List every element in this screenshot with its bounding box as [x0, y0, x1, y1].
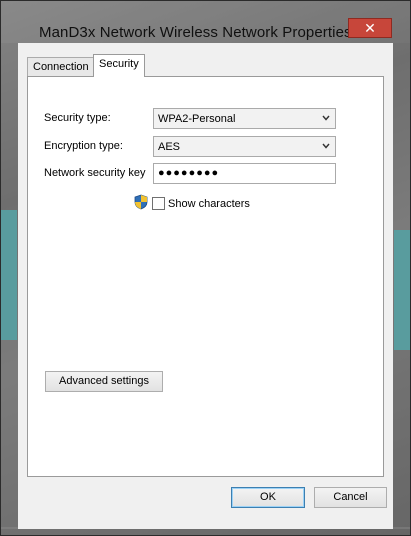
show-characters-label[interactable]: Show characters [168, 198, 250, 210]
show-characters-checkbox[interactable] [152, 197, 165, 210]
advanced-settings-button[interactable]: Advanced settings [45, 371, 163, 392]
network-key-label: Network security key [44, 167, 146, 179]
cancel-button[interactable]: Cancel [314, 487, 387, 508]
network-key-value: ●●●●●●●● [158, 167, 220, 179]
tab-label: Connection [33, 61, 89, 73]
encryption-type-label: Encryption type: [44, 140, 123, 152]
tab-connection[interactable]: Connection [27, 57, 95, 77]
uac-shield-icon [134, 194, 148, 210]
encryption-type-dropdown[interactable]: AES [153, 136, 336, 157]
close-button[interactable]: ✕ [348, 18, 392, 38]
chevron-down-icon [322, 115, 330, 121]
network-key-field[interactable]: ●●●●●●●● [153, 163, 336, 184]
button-label: Advanced settings [59, 375, 149, 387]
encryption-type-value: AES [158, 141, 181, 153]
chevron-down-icon [322, 143, 330, 149]
button-label: Cancel [333, 491, 368, 503]
window-frame-right [393, 43, 410, 529]
tab-security[interactable]: Security [93, 54, 145, 77]
ok-button[interactable]: OK [231, 487, 305, 508]
close-icon: ✕ [364, 20, 376, 36]
window-title: ManD3x Network Wireless Network Properti… [39, 24, 352, 41]
security-tab-panel: Security type: WPA2-Personal Encryption … [27, 76, 384, 477]
security-type-value: WPA2-Personal [158, 113, 236, 125]
properties-window: ManD3x Network Wireless Network Properti… [0, 0, 411, 536]
button-label: OK [260, 491, 276, 503]
dialog-client-area: Connection Security Security type: WPA2-… [18, 43, 393, 529]
window-frame-left [1, 43, 18, 529]
security-type-label: Security type: [44, 112, 111, 124]
security-type-dropdown[interactable]: WPA2-Personal [153, 108, 336, 129]
title-bar[interactable]: ManD3x Network Wireless Network Properti… [1, 1, 410, 43]
tab-label: Security [99, 58, 139, 70]
